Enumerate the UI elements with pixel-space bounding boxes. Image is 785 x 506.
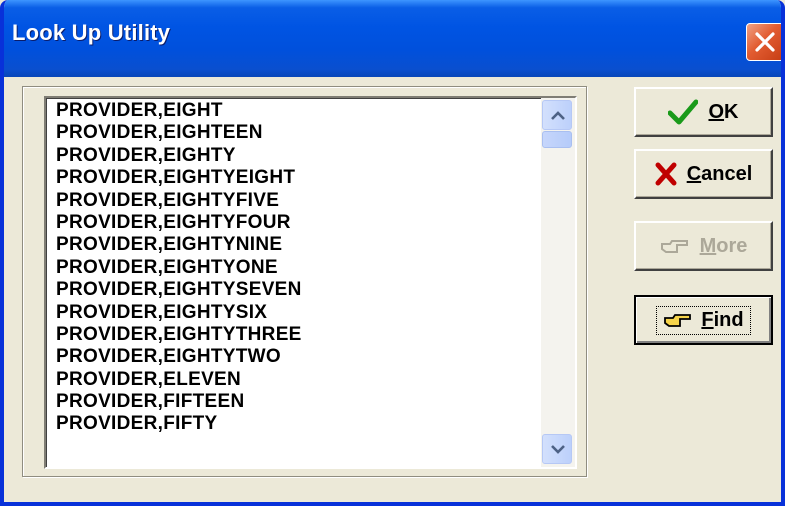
more-button[interactable]: More bbox=[634, 221, 773, 271]
title-bar[interactable]: Look Up Utility bbox=[4, 0, 781, 77]
ok-label: OK bbox=[708, 100, 739, 123]
find-button[interactable]: Find bbox=[634, 295, 773, 345]
chevron-up-icon bbox=[551, 111, 565, 120]
list-item[interactable]: PROVIDER,EIGHTYFOUR bbox=[56, 212, 302, 234]
list-item[interactable]: PROVIDER,EIGHTYEIGHT bbox=[56, 167, 302, 189]
list-item[interactable]: PROVIDER,ELEVEN bbox=[56, 369, 302, 391]
checkmark-icon bbox=[668, 99, 699, 125]
scroll-up-button[interactable] bbox=[542, 100, 572, 130]
list-item[interactable]: PROVIDER,EIGHTYTWO bbox=[56, 346, 302, 368]
list-item[interactable]: PROVIDER,EIGHTYONE bbox=[56, 257, 302, 279]
list-item[interactable]: PROVIDER,FIFTY bbox=[56, 413, 302, 435]
ok-button[interactable]: OK bbox=[634, 87, 773, 137]
find-focus-rect: Find bbox=[656, 305, 751, 335]
more-label: More bbox=[699, 234, 748, 257]
chevron-down-icon bbox=[551, 445, 565, 454]
list-item[interactable]: PROVIDER,EIGHTYSIX bbox=[56, 302, 302, 324]
list-item[interactable]: PROVIDER,EIGHTYFIVE bbox=[56, 190, 302, 212]
pointing-hand-icon bbox=[660, 240, 688, 253]
cancel-label: Cancel bbox=[686, 162, 753, 185]
red-x-icon bbox=[655, 162, 677, 186]
list-item[interactable]: PROVIDER,EIGHTEEN bbox=[56, 122, 302, 144]
provider-listbox[interactable]: PROVIDER,EIGHT PROVIDER,EIGHTEEN PROVIDER,… bbox=[44, 96, 577, 469]
pointing-hand-icon bbox=[664, 314, 692, 327]
list-item[interactable]: PROVIDER,EIGHTYSEVEN bbox=[56, 279, 302, 301]
provider-list: PROVIDER,EIGHT PROVIDER,EIGHTEEN PROVIDER,… bbox=[56, 100, 302, 436]
scroll-down-button[interactable] bbox=[542, 434, 572, 464]
dialog-body: PROVIDER,EIGHT PROVIDER,EIGHTEEN PROVIDER,… bbox=[4, 77, 781, 502]
close-x-icon bbox=[755, 32, 775, 52]
list-item[interactable]: PROVIDER,EIGHTYNINE bbox=[56, 234, 302, 256]
close-button[interactable] bbox=[746, 23, 781, 61]
list-item[interactable]: PROVIDER,EIGHTYTHREE bbox=[56, 324, 302, 346]
scroll-thumb[interactable] bbox=[542, 131, 572, 148]
cancel-button[interactable]: Cancel bbox=[634, 149, 773, 199]
lookup-dialog: Look Up Utility PROVIDER,EIGHT PROVIDER,E… bbox=[0, 0, 785, 506]
list-item[interactable]: PROVIDER,EIGHTY bbox=[56, 145, 302, 167]
list-item[interactable]: PROVIDER,EIGHT bbox=[56, 100, 302, 122]
list-item[interactable]: PROVIDER,FIFTEEN bbox=[56, 391, 302, 413]
vertical-scrollbar[interactable] bbox=[541, 98, 575, 467]
find-label: Find bbox=[701, 308, 744, 331]
window-title: Look Up Utility bbox=[12, 20, 171, 45]
